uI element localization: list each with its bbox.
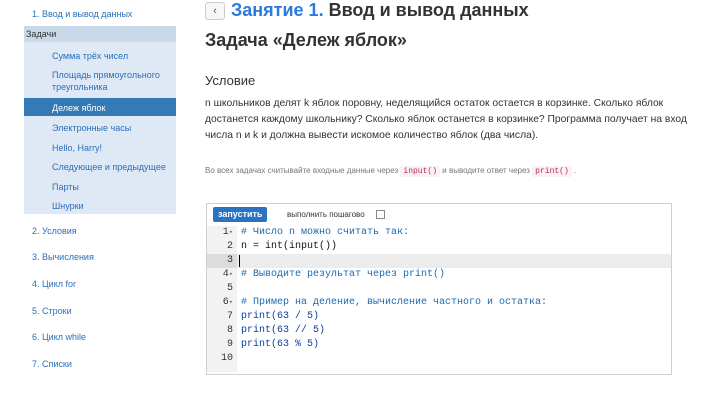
- text-cursor: [239, 255, 240, 267]
- sidebar-task-item-active[interactable]: Дележ яблок: [52, 102, 105, 114]
- sidebar-lesson-link[interactable]: 3. Вычисления: [32, 252, 94, 262]
- back-button[interactable]: ‹: [205, 2, 225, 20]
- code-line: print(63 % 5): [241, 339, 320, 350]
- line-number: 7: [207, 310, 233, 324]
- hint-text: Во всех задачах считывайте входные данны…: [205, 166, 577, 177]
- line-number: 10: [207, 352, 233, 366]
- sidebar-task-item[interactable]: Электронные часы: [52, 122, 131, 134]
- line-number-gutter: 1▾ 2 3 4▾ 5 6▾ 7 8 9 10: [207, 226, 237, 372]
- sidebar-lesson-1-link[interactable]: 1. Ввод и вывод данных: [32, 9, 132, 19]
- sidebar-lesson-link[interactable]: 5. Строки: [32, 306, 72, 316]
- line-number: 4▾: [207, 268, 233, 282]
- code-line: # Пример на деление, вычисление частного…: [241, 297, 548, 308]
- lesson-title-rest: Ввод и вывод данных: [323, 0, 529, 20]
- hint-code-input: input(): [400, 166, 441, 177]
- line-number-text: 5: [226, 283, 233, 294]
- step-mode-checkbox[interactable]: [376, 210, 385, 219]
- editor-toolbar: запустить выполнить пошагово: [207, 204, 671, 224]
- sidebar-lesson-link[interactable]: 2. Условия: [32, 226, 77, 236]
- sidebar-task-item[interactable]: Шнурки: [52, 200, 84, 212]
- sidebar-lesson-link[interactable]: 6. Цикл while: [32, 332, 86, 342]
- hint-code-print: print(): [532, 166, 572, 177]
- line-number: 6▾: [207, 296, 233, 310]
- chevron-left-icon: ‹: [213, 5, 217, 17]
- line-number: 2: [207, 240, 233, 254]
- code-line: n = int(input()): [241, 241, 338, 252]
- line-number-text: 9: [226, 339, 233, 350]
- sidebar-task-item[interactable]: Парты: [52, 181, 79, 193]
- step-mode-label: выполнить пошагово: [287, 210, 365, 219]
- sidebar-task-item[interactable]: Сумма трёх чисел: [52, 50, 128, 62]
- line-number: 3: [207, 254, 233, 268]
- code-editor: запустить выполнить пошагово 1▾ 2 3 4▾ 5 6▾ 7 8…: [206, 203, 672, 375]
- main-content: ‹ Занятие 1. Ввод и вывод данных Задача …: [205, 0, 720, 402]
- code-line: print(63 // 5): [241, 325, 326, 336]
- condition-heading: Условие: [205, 73, 256, 88]
- line-number-text: 7: [226, 311, 233, 322]
- line-number: 5: [207, 282, 233, 296]
- code-line: print(63 / 5): [241, 311, 320, 322]
- sidebar-task-item[interactable]: Следующее и предыдущее: [52, 161, 166, 173]
- code-line: # Выводите результат через print(): [241, 269, 446, 280]
- tasks-submenu-header: Задачи: [24, 26, 176, 42]
- line-number-text: 10: [220, 353, 233, 364]
- lesson-link[interactable]: Занятие 1.: [231, 0, 324, 20]
- line-number: 1▾: [207, 226, 233, 240]
- sidebar-lesson-link[interactable]: 7. Списки: [32, 359, 72, 369]
- sidebar: 1. Ввод и вывод данных Задачи Сумма трёх…: [0, 0, 176, 402]
- run-button[interactable]: запустить: [213, 207, 268, 222]
- line-number-text: 8: [226, 325, 233, 336]
- line-number-text: 3: [226, 255, 233, 266]
- hint-part-2: и выводите ответ через: [442, 166, 530, 175]
- lesson-title: Занятие 1. Ввод и вывод данных: [231, 0, 529, 21]
- tasks-header-label: Задачи: [26, 29, 57, 39]
- hint-part-1: Во всех задачах считывайте входные данны…: [205, 166, 399, 175]
- sidebar-task-item[interactable]: Площадь прямоугольного треугольника: [52, 69, 172, 93]
- condition-text: n школьников делят k яблок поровну, неде…: [205, 98, 687, 141]
- fold-toggle-icon[interactable]: ▾: [229, 229, 233, 237]
- sidebar-task-item[interactable]: Hello, Harry!: [52, 142, 102, 154]
- task-title: Задача «Дележ яблок»: [205, 30, 407, 50]
- code-line: # Число n можно считать так:: [241, 227, 410, 238]
- sidebar-lesson-link[interactable]: 4. Цикл for: [32, 279, 76, 289]
- fold-toggle-icon[interactable]: ▾: [229, 299, 233, 307]
- line-number: 8: [207, 324, 233, 338]
- fold-toggle-icon[interactable]: ▾: [229, 271, 233, 279]
- line-number: 9: [207, 338, 233, 352]
- line-number-text: 2: [226, 241, 233, 252]
- code-area[interactable]: # Число n можно считать так: n = int(inpu…: [237, 226, 671, 372]
- hint-part-3: .: [574, 166, 577, 175]
